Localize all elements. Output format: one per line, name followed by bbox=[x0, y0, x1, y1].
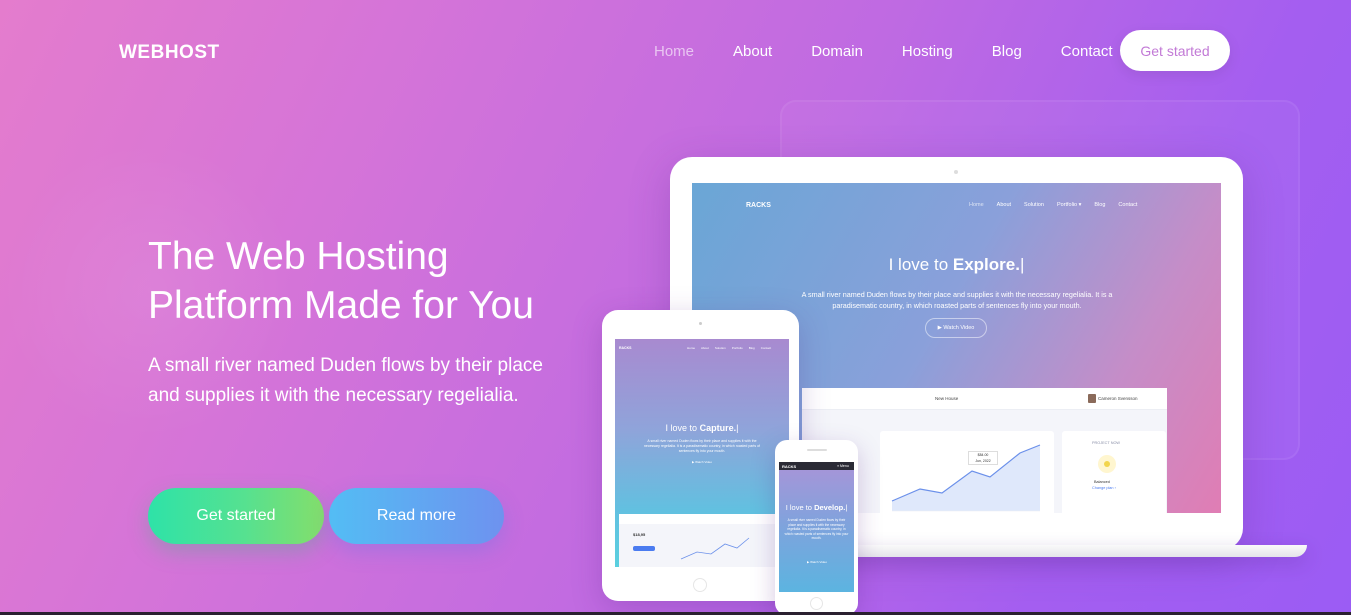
text-cursor: | bbox=[1019, 255, 1025, 274]
nav-hosting[interactable]: Hosting bbox=[902, 43, 953, 60]
phone-home-button bbox=[810, 597, 823, 610]
nav-contact[interactable]: Contact bbox=[1061, 43, 1113, 60]
phone-site-text: A small river named Duden flows by their… bbox=[784, 518, 849, 541]
phone-mockup: RACKS ≡ Menu I love to Develop.| A small… bbox=[775, 440, 858, 615]
tablet-nav-item: Solution bbox=[714, 346, 726, 350]
project-card-link: Change plan › bbox=[1092, 486, 1116, 490]
tablet-heading-bold: Capture. bbox=[699, 423, 737, 433]
tablet-nav-item: Contact bbox=[760, 346, 772, 350]
tablet-screen: RACKS Home About Solution Portfolio Blog… bbox=[615, 339, 789, 567]
tablet-site-nav: Home About Solution Portfolio Blog Conta… bbox=[687, 346, 777, 350]
nav-about[interactable]: About bbox=[733, 43, 772, 60]
hero-title-line1: The Web Hosting bbox=[148, 235, 449, 278]
tablet-camera bbox=[699, 322, 702, 325]
laptop-nav-item: Solution bbox=[1024, 202, 1044, 208]
chart-tooltip: $84.00 Jun, 2022 bbox=[968, 451, 998, 465]
chart-tooltip-date: Jun, 2022 bbox=[975, 459, 991, 463]
dashboard-project-card: PROJECT NOW Balanced Change plan › bbox=[1062, 431, 1166, 513]
phone-watch-video-button: ▶ Watch Video bbox=[807, 560, 827, 564]
dashboard-user-name: Cameron Svensson bbox=[1098, 396, 1138, 401]
hero-title-line2: Platform Made for You bbox=[148, 284, 534, 327]
laptop-nav-item: Blog bbox=[1094, 202, 1106, 208]
nav-domain[interactable]: Domain bbox=[811, 43, 863, 60]
phone-screen: RACKS ≡ Menu I love to Develop.| A small… bbox=[779, 462, 854, 592]
phone-site-brand: RACKS bbox=[782, 463, 797, 469]
avatar bbox=[1088, 394, 1096, 403]
nav-get-started-button[interactable]: Get started bbox=[1120, 30, 1230, 71]
tablet-mockup: RACKS Home About Solution Portfolio Blog… bbox=[602, 310, 799, 601]
tablet-heading-prefix: I love to bbox=[665, 423, 700, 433]
text-cursor: | bbox=[736, 423, 739, 433]
phone-heading-bold: Develop. bbox=[814, 503, 846, 512]
hero-title: The Web Hosting Platform Made for You bbox=[148, 232, 588, 330]
laptop-site-text: A small river named Duden flows by their… bbox=[801, 290, 1113, 310]
laptop-watch-video-button: ▶ Watch Video bbox=[925, 318, 987, 338]
phone-site-topbar: RACKS ≡ Menu bbox=[779, 462, 854, 470]
main-nav: Home About Domain Hosting Blog Contact bbox=[654, 43, 1152, 60]
laptop-site-brand: RACKS bbox=[746, 202, 771, 209]
tablet-home-button bbox=[693, 578, 707, 592]
tablet-dashboard-preview: $18,95 bbox=[619, 514, 785, 567]
tablet-nav-item: Portfolio bbox=[731, 346, 743, 350]
dashboard-topbar: New House Cameron Svensson bbox=[802, 388, 1167, 410]
laptop-nav-item: Portfolio ▾ bbox=[1056, 202, 1082, 208]
laptop-site-heading: I love to Explore.| bbox=[692, 255, 1221, 275]
read-more-button[interactable]: Read more bbox=[329, 488, 504, 544]
phone-site-menu: ≡ Menu bbox=[837, 463, 849, 468]
text-cursor: | bbox=[845, 503, 848, 512]
get-started-button[interactable]: Get started bbox=[148, 488, 324, 544]
project-card-status: Balanced bbox=[1094, 480, 1110, 484]
tablet-nav-item: About bbox=[701, 346, 709, 350]
tablet-watch-video-button: ▶ Watch Video bbox=[692, 460, 712, 464]
nav-blog[interactable]: Blog bbox=[992, 43, 1022, 60]
laptop-site-nav: Home About Solution Portfolio ▾ Blog Con… bbox=[969, 202, 1150, 208]
tablet-dashboard-chart bbox=[680, 537, 750, 560]
tablet-site-brand: RACKS bbox=[619, 346, 632, 350]
sun-icon bbox=[1098, 455, 1116, 473]
laptop-nav-item: Home bbox=[969, 202, 984, 208]
dashboard-chart-card: $84.00 Jun, 2022 bbox=[880, 431, 1054, 513]
laptop-heading-bold: Explore. bbox=[952, 255, 1020, 274]
laptop-camera bbox=[954, 170, 958, 174]
dashboard-line-chart bbox=[891, 444, 1041, 512]
nav-home[interactable]: Home bbox=[654, 43, 694, 60]
phone-heading-prefix: I love to bbox=[785, 503, 815, 512]
phone-speaker bbox=[807, 449, 827, 451]
hero-description: A small river named Duden flows by their… bbox=[148, 355, 543, 406]
project-card-title: PROJECT NOW bbox=[1092, 441, 1120, 445]
tablet-nav-item: Home bbox=[687, 346, 696, 350]
tablet-site-text: A small river named Duden flows by their… bbox=[643, 439, 761, 453]
laptop-nav-item: About bbox=[996, 202, 1012, 208]
laptop-heading-prefix: I love to bbox=[888, 255, 953, 274]
tablet-site-heading: I love to Capture.| bbox=[615, 423, 789, 433]
brand-logo[interactable]: WEBHOST bbox=[119, 42, 220, 64]
tablet-nav-item: Blog bbox=[748, 346, 755, 350]
phone-site-heading: I love to Develop.| bbox=[779, 503, 854, 512]
laptop-nav-item: Contact bbox=[1118, 202, 1138, 208]
dashboard-new-house: New House bbox=[935, 396, 959, 401]
